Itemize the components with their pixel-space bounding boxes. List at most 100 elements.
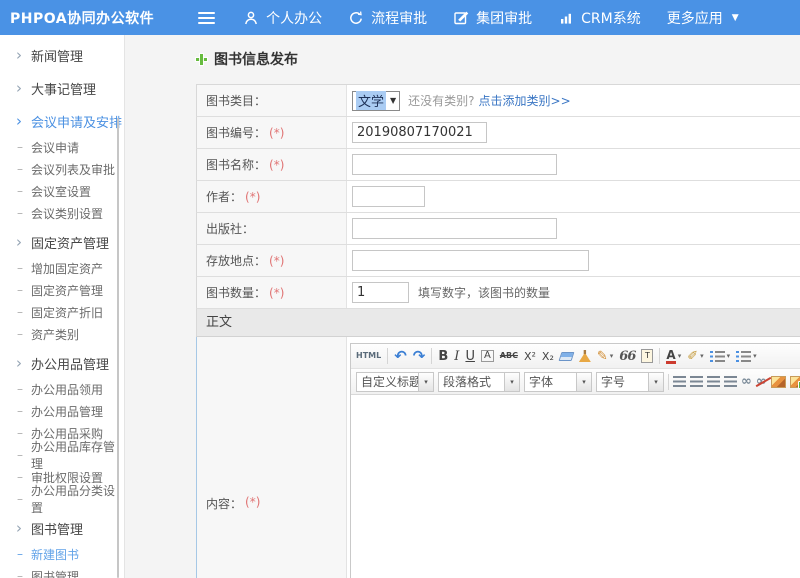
- sidebar-item-meeting-category[interactable]: – 会议类别设置: [0, 202, 124, 224]
- required-mark: (*): [245, 190, 260, 204]
- category-select[interactable]: 文学 ▼: [352, 91, 400, 111]
- sidebar-group-books[interactable]: › 图书管理: [0, 514, 124, 543]
- unlink-button[interactable]: ∞: [756, 375, 767, 388]
- sidebar-item-meeting-list[interactable]: – 会议列表及审批: [0, 158, 124, 180]
- dash-icon: –: [17, 382, 23, 396]
- sidebar-item-supplies-manage[interactable]: – 办公用品管理: [0, 400, 124, 422]
- required-mark: (*): [269, 254, 284, 268]
- char-border-button[interactable]: A: [481, 350, 494, 362]
- nav-label: CRM系统: [581, 8, 641, 28]
- paragraph-format-select[interactable]: 段落格式 ▾: [438, 372, 520, 392]
- caret-down-icon: ▾: [610, 353, 614, 360]
- ordered-list-button[interactable]: ▾: [710, 351, 731, 362]
- sidebar: › 新闻管理 › 大事记管理 › 会议申请及安排 – 会议申请 – 会议列表及审…: [0, 35, 125, 578]
- form-row-publisher: 出版社：: [196, 213, 800, 245]
- chevron-right-icon: ›: [16, 521, 22, 536]
- eraser-button[interactable]: [558, 352, 574, 361]
- align-justify-button[interactable]: [724, 376, 737, 387]
- dash-icon: –: [17, 404, 23, 418]
- sidebar-item-new-book[interactable]: – 新建图书: [0, 543, 124, 565]
- strikethrough-button[interactable]: ABC: [500, 352, 518, 360]
- book-number-input[interactable]: [352, 122, 487, 143]
- menu-toggle-icon[interactable]: [198, 12, 215, 24]
- app-logo: PHPOA协同办公软件: [0, 8, 154, 28]
- align-center-button[interactable]: [690, 376, 703, 387]
- format-painter-button[interactable]: ✎ ▾: [597, 350, 613, 363]
- editor-content-area[interactable]: [351, 395, 800, 578]
- sidebar-item-asset-depreciation[interactable]: – 固定资产折旧: [0, 301, 124, 323]
- insert-link-button[interactable]: ∞: [741, 375, 752, 388]
- paste-button[interactable]: T: [641, 349, 653, 363]
- sidebar-item-supplies-category[interactable]: – 办公用品分类设置: [0, 488, 124, 510]
- sidebar-group-fixed-assets[interactable]: › 固定资产管理: [0, 228, 124, 257]
- dash-icon: –: [17, 305, 23, 319]
- sidebar-group-milestones[interactable]: › 大事记管理: [0, 74, 124, 103]
- format-clear-button[interactable]: [579, 350, 591, 362]
- font-color-icon: A: [666, 349, 675, 364]
- sidebar-item-book-manage[interactable]: – 图书管理: [0, 565, 124, 578]
- page-title: 图书信息发布: [196, 48, 800, 70]
- italic-button[interactable]: I: [454, 350, 459, 363]
- sidebar-group-meetings[interactable]: › 会议申请及安排: [0, 107, 124, 136]
- nav-label: 集团审批: [476, 8, 532, 28]
- heading-select[interactable]: 自定义标题 ▾: [356, 372, 434, 392]
- unordered-list-button[interactable]: ▾: [736, 351, 757, 362]
- align-right-button[interactable]: [707, 376, 720, 387]
- main-content: 图书信息发布 图书类目： 文学 ▼ 还没有类别? 点击添加类别>> 图书编号： …: [126, 35, 800, 578]
- sidebar-item-add-asset[interactable]: – 增加固定资产: [0, 257, 124, 279]
- page-title-text: 图书信息发布: [214, 49, 298, 69]
- sidebar-item-label: 固定资产折旧: [31, 304, 103, 321]
- align-left-button[interactable]: [673, 376, 686, 387]
- font-size-select[interactable]: 字号 ▾: [596, 372, 664, 392]
- html-source-button[interactable]: HTML: [356, 352, 381, 360]
- underline-button[interactable]: U: [465, 350, 475, 363]
- nav-label: 流程审批: [371, 8, 427, 28]
- font-color-button[interactable]: A ▾: [666, 349, 681, 364]
- insert-photo-button[interactable]: [790, 376, 800, 388]
- redo-button[interactable]: ↷: [413, 349, 426, 364]
- publisher-input[interactable]: [352, 218, 557, 239]
- sidebar-scrollbar[interactable]: [117, 118, 119, 578]
- highlight-color-button[interactable]: ✐ ▾: [687, 350, 703, 363]
- sidebar-item-meeting-apply[interactable]: – 会议申请: [0, 136, 124, 158]
- insert-image-button[interactable]: [771, 376, 786, 388]
- caret-down-icon: ▾: [418, 373, 433, 391]
- sidebar-group-label: 办公用品管理: [31, 354, 109, 373]
- undo-button[interactable]: ↶: [394, 349, 407, 364]
- blockquote-button[interactable]: 66: [619, 350, 635, 363]
- group-approval-icon: [453, 10, 469, 26]
- nav-item-group-approval[interactable]: 集团审批: [453, 8, 532, 28]
- sidebar-item-label: 新建图书: [31, 546, 79, 563]
- nav-item-personal-office[interactable]: 个人办公: [243, 8, 322, 28]
- dash-icon: –: [17, 162, 23, 176]
- chevron-right-icon: ›: [16, 356, 22, 371]
- nav-item-more-apps[interactable]: 更多应用 ▼: [667, 8, 739, 28]
- quantity-input[interactable]: [352, 282, 409, 303]
- sidebar-item-meeting-room[interactable]: – 会议室设置: [0, 180, 124, 202]
- nav-item-workflow-approval[interactable]: 流程审批: [348, 8, 427, 28]
- sidebar-group-office-supplies[interactable]: › 办公用品管理: [0, 349, 124, 378]
- subscript-button[interactable]: X₂: [542, 351, 554, 362]
- sidebar-group-news[interactable]: › 新闻管理: [0, 41, 124, 70]
- sidebar-item-label: 会议申请: [31, 139, 79, 156]
- caret-down-icon: ▾: [700, 353, 704, 360]
- book-name-input[interactable]: [352, 154, 557, 175]
- author-input[interactable]: [352, 186, 425, 207]
- sidebar-item-supplies-claim[interactable]: – 办公用品领用: [0, 378, 124, 400]
- field-label-book-number: 图书编号：: [206, 124, 266, 141]
- dash-icon: –: [17, 327, 23, 341]
- plus-icon: [196, 54, 207, 65]
- field-label-cell: 图书编号： (*): [197, 117, 347, 148]
- sidebar-item-asset-manage[interactable]: – 固定资产管理: [0, 279, 124, 301]
- bold-button[interactable]: B: [438, 350, 448, 363]
- section-header-body: 正文: [196, 309, 800, 337]
- location-input[interactable]: [352, 250, 589, 271]
- add-category-link[interactable]: 点击添加类别>>: [479, 92, 571, 109]
- superscript-button[interactable]: X²: [524, 351, 536, 362]
- sidebar-item-supplies-inventory[interactable]: – 办公用品库存管理: [0, 444, 124, 466]
- font-family-select[interactable]: 字体 ▾: [524, 372, 592, 392]
- sidebar-item-asset-category[interactable]: – 资产类别: [0, 323, 124, 345]
- field-label-category: 图书类目：: [206, 92, 266, 109]
- sidebar-group-label: 新闻管理: [31, 46, 83, 65]
- nav-item-crm-system[interactable]: CRM系统: [558, 8, 641, 28]
